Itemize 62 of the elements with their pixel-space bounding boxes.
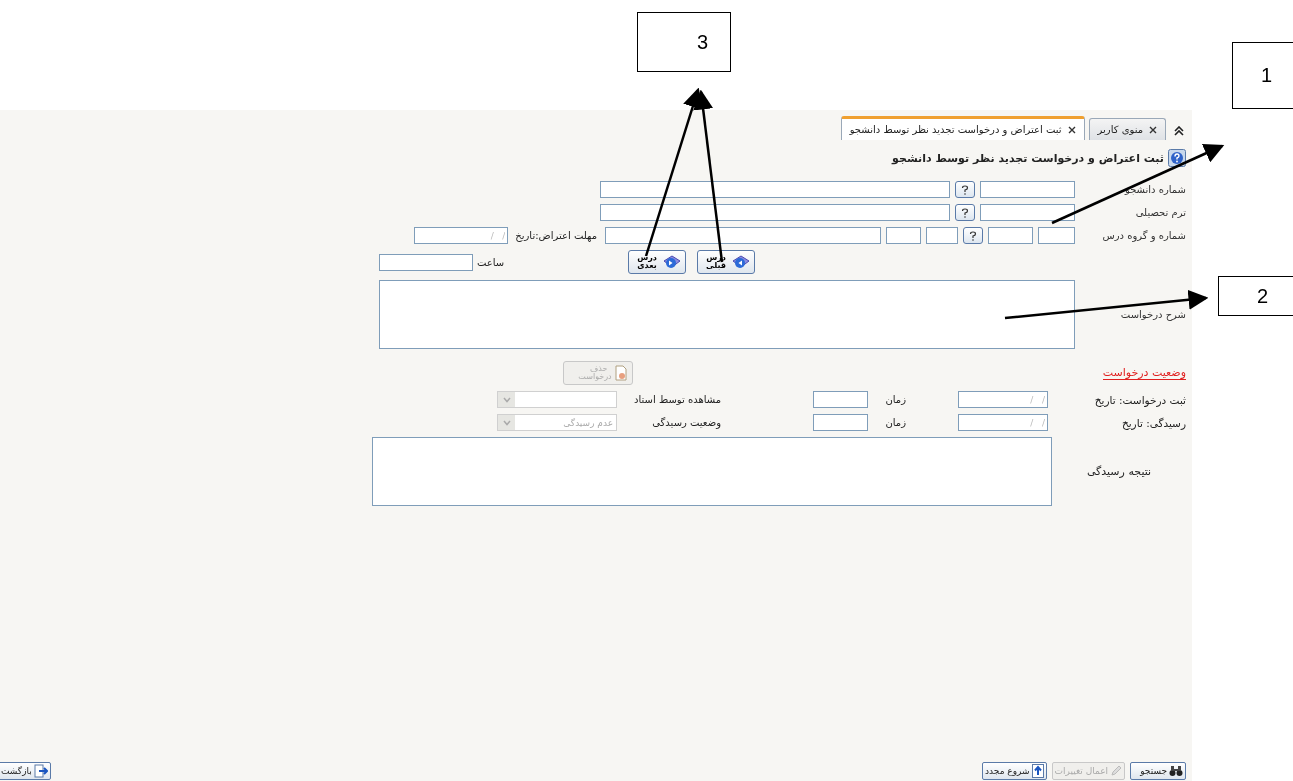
- input-field[interactable]: [926, 227, 958, 244]
- close-icon[interactable]: [1067, 125, 1076, 134]
- time-field[interactable]: [813, 391, 868, 408]
- time-field[interactable]: [379, 253, 473, 271]
- book-arrow-icon: [731, 253, 751, 271]
- time-field[interactable]: [813, 414, 868, 431]
- lookup-button[interactable]: [963, 227, 983, 244]
- date-field[interactable]: / /: [958, 391, 1048, 408]
- page-title: ثبت اعتراض و درخواست تجدید نظر توسط دانشجو: [892, 151, 1164, 165]
- input-field[interactable]: [1038, 227, 1075, 244]
- section-heading: وضعیت درخواست: [1102, 366, 1186, 380]
- date-field[interactable]: / /: [414, 227, 509, 244]
- lookup-button[interactable]: [955, 181, 975, 198]
- field-label: مهلت اعتراض:تاریخ: [515, 230, 597, 241]
- input-field[interactable]: [988, 227, 1033, 244]
- callout-box: 2: [1218, 276, 1293, 316]
- field-label: زمان: [884, 417, 906, 428]
- next-course-button[interactable]: درس بعدی: [628, 250, 686, 274]
- field-label: نتیجه رسیدگی: [1085, 465, 1153, 478]
- toolbar-button[interactable]: شروع مجدد: [982, 762, 1047, 780]
- description-field[interactable]: [379, 280, 1075, 349]
- field-label: ساعت: [477, 256, 506, 268]
- collapse-icon[interactable]: [1174, 126, 1184, 136]
- input-field[interactable]: [600, 181, 950, 198]
- field-label: شماره و گروه درس: [1101, 230, 1186, 241]
- tab-label: منوی کاربر: [1097, 124, 1143, 135]
- field-label: رسیدگی: تاریخ: [1120, 416, 1186, 429]
- tab-label: ثبت اعتراض و درخواست تجدید نظر توسط دانشجو: [849, 124, 1062, 135]
- toolbar-button[interactable]: جستجو: [1130, 762, 1186, 780]
- question-icon: [969, 230, 977, 241]
- field-label: شماره دانشجو: [1123, 184, 1186, 195]
- input-field[interactable]: [886, 227, 921, 244]
- question-icon: [961, 184, 969, 195]
- result-field[interactable]: [372, 437, 1052, 506]
- input-field[interactable]: [605, 227, 881, 244]
- field-label: ترم تحصیلی: [1134, 207, 1186, 218]
- exit-arrow-icon: [33, 764, 48, 778]
- lookup-button[interactable]: [955, 204, 975, 221]
- tab[interactable]: ثبت اعتراض و درخواست تجدید نظر توسط دانشجو: [840, 116, 1085, 140]
- tab[interactable]: منوی کاربر: [1088, 118, 1166, 140]
- help-icon[interactable]: [1168, 149, 1186, 167]
- refresh-icon: [1031, 764, 1044, 778]
- field-label: وضعیت رسیدگی: [651, 417, 721, 428]
- field-label: مشاهده توسط استاد: [633, 394, 721, 405]
- callout-box: 1: [1232, 42, 1293, 109]
- binoculars-icon: [1169, 765, 1183, 777]
- input-field[interactable]: [980, 204, 1075, 221]
- chevron-down-icon: [502, 419, 511, 426]
- close-icon[interactable]: [1149, 125, 1157, 134]
- book-arrow-icon: [662, 253, 682, 271]
- field-label: ثبت درخواست: تاریخ: [1093, 393, 1186, 406]
- pencil-icon: [1110, 765, 1122, 777]
- field-label: زمان: [884, 394, 906, 405]
- input-field[interactable]: [600, 204, 950, 221]
- date-field[interactable]: / /: [958, 414, 1048, 431]
- question-icon: [961, 207, 969, 218]
- document-delete-icon: [613, 365, 628, 381]
- callout-box: 3: [637, 12, 731, 72]
- chevron-down-icon: [502, 396, 511, 403]
- back-button[interactable]: بازگشت: [0, 762, 51, 780]
- input-field[interactable]: [980, 181, 1075, 198]
- field-label: شرح درخواست: [1119, 309, 1186, 320]
